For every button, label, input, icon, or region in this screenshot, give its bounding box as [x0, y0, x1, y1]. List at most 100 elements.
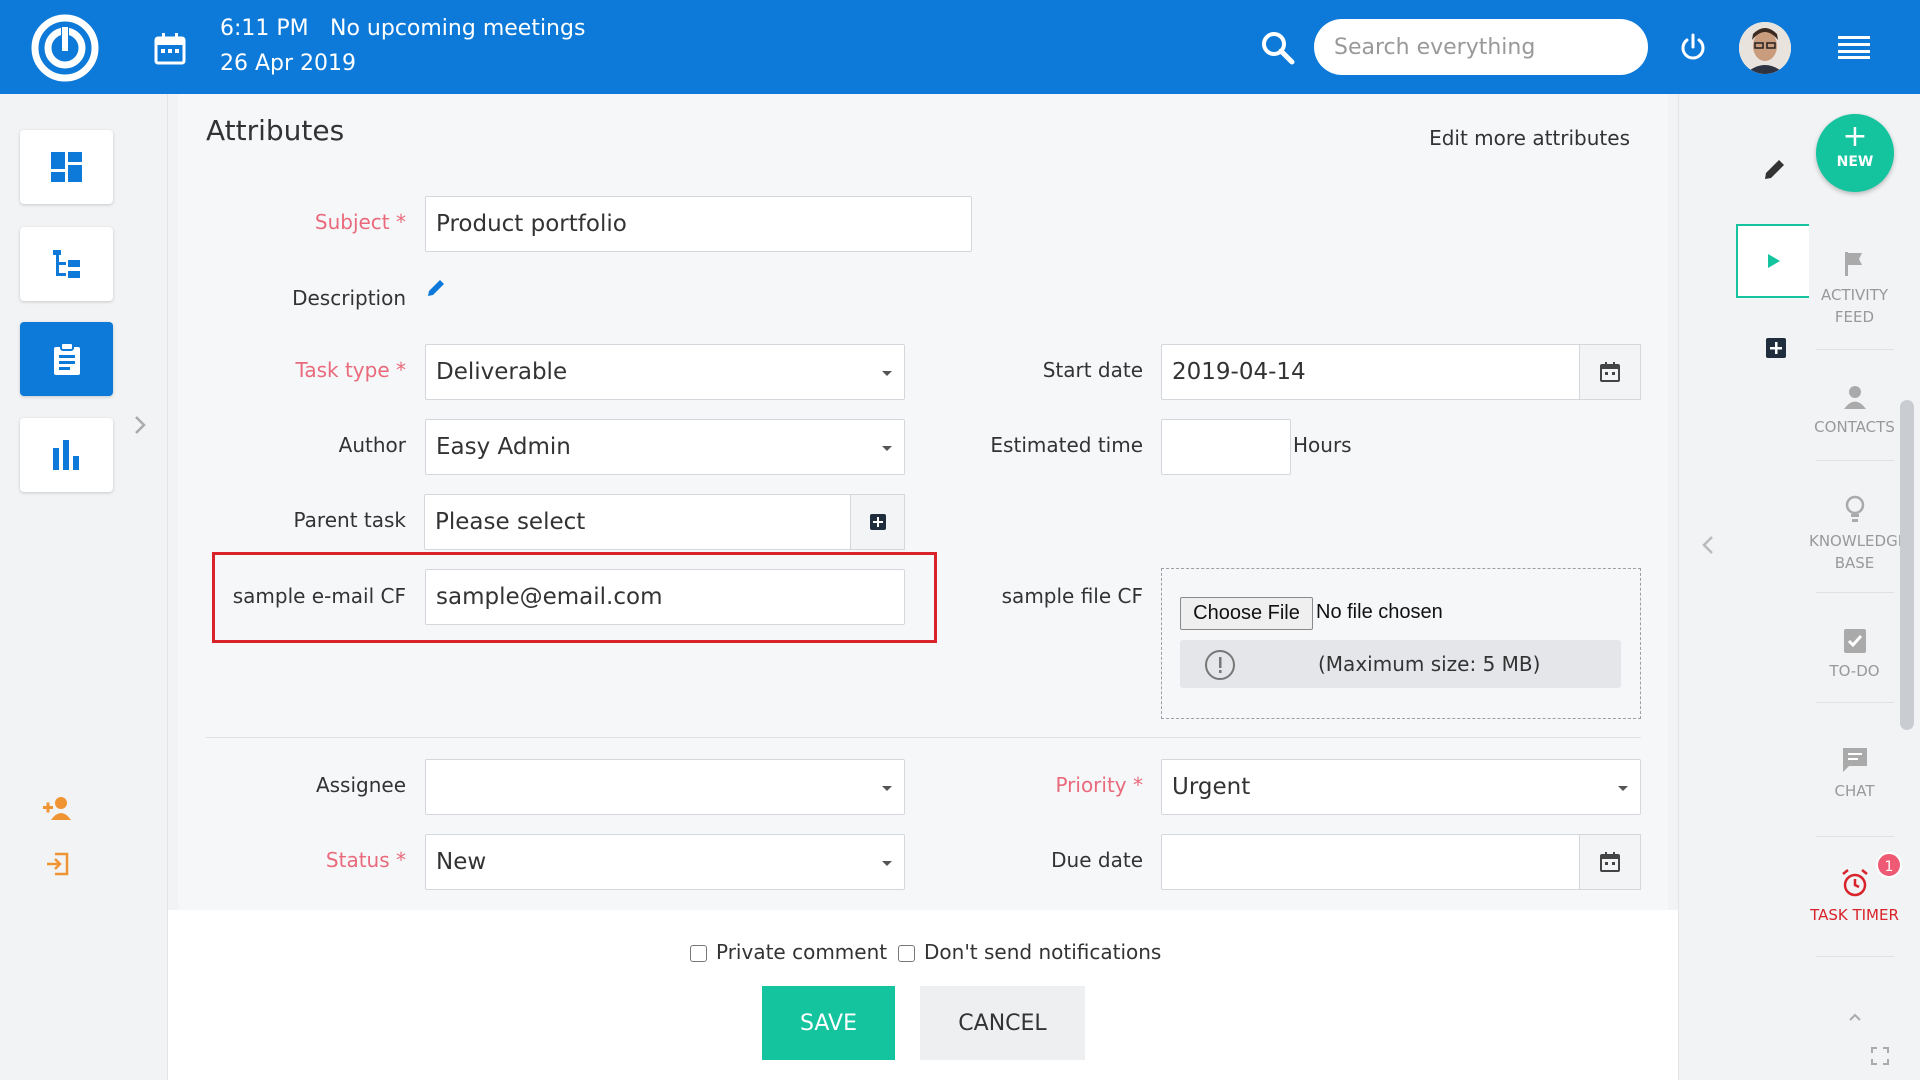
priority-label: Priority * — [1055, 773, 1143, 797]
assignee-select[interactable] — [425, 759, 905, 815]
sidebar-item-knowledge-base[interactable]: KNOWLEDGE BASE — [1809, 494, 1907, 574]
private-comment-label: Private comment — [716, 940, 888, 964]
task-type-select[interactable]: Deliverable — [425, 344, 905, 400]
chevron-left-icon[interactable] — [1700, 534, 1716, 556]
author-select[interactable]: Easy Admin — [425, 419, 905, 475]
add-parent-task-button[interactable] — [850, 494, 905, 550]
current-date: 26 Apr 2019 — [220, 51, 357, 76]
fullscreen-icon[interactable] — [1870, 1046, 1890, 1066]
private-comment-checkbox[interactable] — [690, 945, 707, 962]
play-button[interactable] — [1736, 224, 1809, 298]
chevron-down-icon — [1618, 786, 1628, 791]
author-value: Easy Admin — [436, 434, 571, 460]
task-type-value: Deliverable — [436, 359, 568, 385]
info-icon — [1204, 649, 1236, 681]
start-date-picker-button[interactable] — [1579, 344, 1641, 400]
choose-file-button[interactable]: Choose File — [1180, 597, 1313, 630]
assignee-label: Assignee — [315, 773, 406, 797]
search-icon[interactable] — [1260, 30, 1296, 66]
sidebar-item-contacts[interactable]: CONTACTS — [1809, 384, 1900, 438]
page-scrollbar[interactable] — [1900, 400, 1914, 730]
sidebar-separator — [1816, 956, 1894, 957]
user-avatar[interactable] — [1739, 22, 1791, 74]
calendar-icon[interactable] — [152, 31, 188, 67]
sidebar-separator — [1816, 349, 1894, 350]
current-time: 6:11 PM — [220, 16, 309, 41]
subject-label: Subject * — [314, 210, 406, 234]
cancel-button[interactable]: CANCEL — [920, 986, 1085, 1060]
calendar-icon — [1600, 362, 1620, 382]
tree-icon — [52, 250, 80, 278]
sidebar-item-todo[interactable]: TO-DO — [1809, 626, 1900, 682]
app-logo-icon[interactable] — [31, 14, 99, 82]
nav-tasks[interactable] — [20, 322, 113, 396]
due-date-label: Due date — [1051, 848, 1143, 872]
checklist-icon — [1809, 626, 1900, 654]
top-bar: 6:11 PM No upcoming meetings 26 Apr 2019 — [0, 0, 1920, 94]
due-date-input[interactable] — [1161, 834, 1580, 890]
max-size-text: (Maximum size: 5 MB) — [1318, 652, 1541, 676]
section-title: Attributes — [206, 114, 345, 147]
subject-input[interactable]: Product portfolio — [425, 196, 972, 252]
status-select[interactable]: New — [425, 834, 905, 890]
task-type-label: Task type * — [295, 358, 406, 382]
new-button[interactable]: + NEW — [1816, 114, 1894, 192]
new-button-label: NEW — [1836, 154, 1874, 170]
edit-icon[interactable] — [1762, 156, 1788, 182]
estimated-time-label: Estimated time — [990, 433, 1143, 457]
author-label: Author — [338, 433, 406, 457]
sidebar-separator — [1816, 836, 1894, 837]
right-sidebar — [1809, 94, 1900, 1080]
search-input[interactable] — [1314, 19, 1648, 75]
plus-square-icon — [869, 514, 886, 530]
parent-task-input[interactable]: Please select — [424, 494, 851, 550]
parent-task-label: Parent task — [293, 508, 406, 532]
email-cf-input[interactable]: sample@email.com — [425, 569, 905, 625]
person-icon — [1809, 384, 1900, 410]
status-value: New — [436, 849, 487, 875]
start-date-label: Start date — [1042, 358, 1143, 382]
chevron-right-icon[interactable] — [132, 414, 148, 436]
task-timer-label: TASK TIMER — [1810, 906, 1899, 924]
sidebar-item-activity-feed[interactable]: ACTIVITY FEED — [1809, 250, 1900, 328]
edit-more-attributes-link[interactable]: Edit more attributes — [1429, 126, 1630, 150]
add-square-icon[interactable] — [1766, 338, 1786, 358]
sidebar-separator — [1816, 592, 1894, 593]
nav-dashboard[interactable] — [20, 130, 113, 204]
flag-icon — [1809, 250, 1900, 278]
no-file-text: No file chosen — [1316, 601, 1443, 623]
chevron-down-icon — [882, 371, 892, 376]
priority-select[interactable]: Urgent — [1161, 759, 1641, 815]
description-label: Description — [292, 286, 406, 310]
sign-in-icon[interactable] — [45, 851, 71, 877]
chevron-down-icon — [882, 786, 892, 791]
contacts-label: CONTACTS — [1814, 418, 1895, 436]
power-icon[interactable] — [1678, 32, 1708, 62]
max-size-info: (Maximum size: 5 MB) — [1180, 640, 1621, 688]
pencil-icon[interactable] — [425, 277, 447, 299]
lightbulb-icon — [1809, 494, 1900, 524]
sidebar-item-chat[interactable]: CHAT — [1809, 746, 1900, 802]
start-date-input[interactable]: 2019-04-14 — [1161, 344, 1580, 400]
chevron-up-icon[interactable] — [1845, 1010, 1865, 1024]
dont-send-notifications-label: Don't send notifications — [924, 940, 1162, 964]
task-timer-badge: 1 — [1876, 852, 1902, 878]
chevron-down-icon — [882, 861, 892, 866]
status-label: Status * — [325, 848, 406, 872]
save-button[interactable]: SAVE — [762, 986, 895, 1060]
sidebar-separator — [1816, 702, 1894, 703]
activity-feed-label: ACTIVITY FEED — [1820, 286, 1889, 326]
estimated-time-input[interactable] — [1161, 419, 1291, 475]
chevron-down-icon — [882, 446, 892, 451]
todo-label: TO-DO — [1829, 662, 1880, 680]
clipboard-icon — [53, 342, 80, 375]
dashboard-icon — [50, 152, 82, 182]
add-user-icon[interactable] — [43, 796, 73, 820]
hamburger-menu-icon[interactable] — [1838, 34, 1870, 60]
dont-send-notifications-checkbox[interactable] — [898, 945, 915, 962]
nav-reports[interactable] — [20, 418, 113, 492]
nav-project-tree[interactable] — [20, 227, 113, 301]
upcoming-meetings[interactable]: No upcoming meetings — [330, 16, 585, 41]
due-date-picker-button[interactable] — [1579, 834, 1641, 890]
hours-label: Hours — [1293, 433, 1352, 457]
